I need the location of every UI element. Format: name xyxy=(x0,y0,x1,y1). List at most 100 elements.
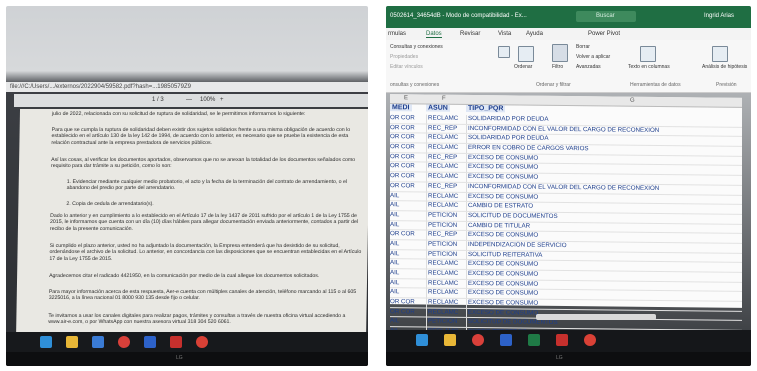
medio-cell[interactable]: AIL xyxy=(390,221,424,230)
mail-icon[interactable] xyxy=(92,336,104,348)
asunto-cell[interactable]: RECLAMC xyxy=(426,143,466,153)
pdf-reader-icon[interactable] xyxy=(556,334,568,346)
asunto-cell[interactable]: REC_REP xyxy=(426,182,466,192)
excel-icon[interactable] xyxy=(528,334,540,346)
asunto-cell[interactable]: RECLAMC xyxy=(426,269,466,279)
text-to-columns-icon[interactable] xyxy=(640,46,656,62)
column-header[interactable]: F xyxy=(442,96,446,102)
tab-datos[interactable]: Datos xyxy=(426,31,442,38)
address-bar[interactable]: file:///C:/Users/.../externos/2022904/59… xyxy=(6,82,368,92)
asunto-cell[interactable]: PETICION xyxy=(426,211,466,221)
tab-power-pivot[interactable]: Power Pivot xyxy=(588,31,620,37)
text-to-columns-button[interactable]: Texto en columnas xyxy=(628,64,670,70)
asunto-cell[interactable]: RECLAMC xyxy=(426,114,466,124)
header-tipo-pqr[interactable]: TIPO_PQR xyxy=(466,104,506,113)
medio-cell[interactable]: AIL xyxy=(390,250,424,259)
asunto-cell[interactable]: RECLAMC xyxy=(426,288,466,299)
advanced-button[interactable]: Avanzadas xyxy=(576,64,601,70)
medio-cell[interactable]: OR COR xyxy=(390,153,424,162)
reapply-button[interactable]: Volver a aplicar xyxy=(576,54,610,60)
properties-button[interactable]: Propiedades xyxy=(390,54,418,60)
asunto-cell[interactable]: RECLAMC xyxy=(426,259,466,269)
what-if-icon[interactable] xyxy=(712,46,728,62)
browser-icon[interactable] xyxy=(584,334,596,346)
folder-icon[interactable] xyxy=(66,336,78,348)
edit-links-button[interactable]: Editar vínculos xyxy=(390,64,423,70)
column-header[interactable]: E xyxy=(404,95,408,101)
asunto-cell[interactable]: REC_REP xyxy=(426,230,466,240)
header-asunto[interactable]: ASUN xyxy=(426,104,450,112)
start-icon[interactable] xyxy=(416,334,428,346)
asunto-cell[interactable]: RECLAMC xyxy=(426,201,466,211)
group-label: onsultas y conexiones xyxy=(390,82,440,88)
zoom-in-button[interactable]: + xyxy=(220,97,224,103)
tab-vista[interactable]: Vista xyxy=(498,31,511,37)
asunto-cell[interactable]: REC_REP xyxy=(426,153,466,163)
spreadsheet-grid[interactable]: E F G MEDI ASUN TIPO_PQR OR COR RECLAMC SO… xyxy=(390,94,742,366)
medio-cell[interactable]: AIL xyxy=(390,269,424,278)
pdf-paragraph: julio de 2022, relacionada con su solici… xyxy=(51,111,306,117)
medio-cell[interactable]: AIL xyxy=(390,201,424,210)
pdf-paragraph: Para mayor información acerca de esta re… xyxy=(48,289,357,302)
column-header[interactable]: G xyxy=(630,98,635,104)
chrome-icon[interactable] xyxy=(118,336,130,348)
monitor-bezel: LG xyxy=(386,352,751,366)
medio-cell[interactable]: OR COR xyxy=(390,163,424,172)
asunto-cell[interactable]: RECLAMC xyxy=(426,192,466,202)
medio-cell[interactable]: AIL xyxy=(390,240,424,249)
asunto-cell[interactable]: PETICION xyxy=(426,317,466,328)
medio-cell[interactable]: AIL xyxy=(390,192,424,201)
data-rows: OR COR RECLAMC SOLIDARIDAD POR DEUDA OR COR… xyxy=(390,114,742,366)
medio-cell[interactable]: OR COR xyxy=(390,298,424,307)
clear-button[interactable]: Borrar xyxy=(576,44,590,50)
sort-button[interactable]: Ordenar xyxy=(514,64,532,70)
medio-cell[interactable]: AIL xyxy=(390,289,424,298)
header-medio[interactable]: MEDI xyxy=(390,104,412,112)
medio-cell[interactable]: OR COR xyxy=(390,134,424,143)
asunto-cell[interactable]: RECLAMC xyxy=(426,162,466,173)
browser-icon[interactable] xyxy=(196,336,208,348)
medio-cell[interactable]: OR COR xyxy=(390,124,424,133)
medio-cell[interactable]: AIL xyxy=(390,211,424,220)
sort-icon[interactable] xyxy=(518,46,534,62)
tab-ayuda[interactable]: Ayuda xyxy=(526,31,543,37)
monitor-bezel: LG xyxy=(6,352,368,366)
medio-cell[interactable]: OR COR xyxy=(390,182,424,191)
asunto-cell[interactable]: RECLAMC xyxy=(426,298,466,308)
asunto-cell[interactable]: PETICION xyxy=(426,221,466,231)
filter-icon[interactable] xyxy=(552,44,568,62)
queries-connections-button[interactable]: Consultas y conexiones xyxy=(390,44,443,50)
medio-cell[interactable]: AIL xyxy=(390,318,424,327)
medio-cell[interactable]: AIL xyxy=(390,259,424,268)
asunto-cell[interactable]: RECLAMC xyxy=(426,172,466,182)
asunto-cell[interactable]: RECLAMC xyxy=(426,133,466,144)
medio-cell[interactable]: OR COR xyxy=(390,308,424,317)
horizontal-scrollbar[interactable] xyxy=(536,314,656,320)
monitor-logo: LG xyxy=(176,355,183,361)
medio-cell[interactable]: OR COR xyxy=(390,230,424,239)
pdf-reader-icon[interactable] xyxy=(170,336,182,348)
asunto-cell[interactable]: PETICION xyxy=(426,240,466,250)
filter-button[interactable]: Filtro xyxy=(552,64,563,70)
sort-az-icon[interactable] xyxy=(498,46,510,58)
app-icon[interactable] xyxy=(500,334,512,346)
asunto-cell[interactable]: RECLAMC xyxy=(426,279,466,289)
account-name[interactable]: Ingrid Arias xyxy=(704,13,734,19)
medio-cell[interactable]: OR COR xyxy=(390,143,424,152)
app-icon[interactable] xyxy=(144,336,156,348)
asunto-cell[interactable]: PETICION xyxy=(426,250,466,260)
tab-formulas[interactable]: rmulas xyxy=(388,31,406,37)
medio-cell[interactable]: AIL xyxy=(390,279,424,288)
start-icon[interactable] xyxy=(40,336,52,348)
asunto-cell[interactable]: REC_REP xyxy=(426,124,466,134)
what-if-button[interactable]: Análisis de hipótesis xyxy=(702,64,747,70)
medio-cell[interactable]: OR COR xyxy=(390,172,424,181)
folder-icon[interactable] xyxy=(444,334,456,346)
search-box[interactable]: Buscar xyxy=(576,11,636,22)
zoom-out-button[interactable]: — xyxy=(186,97,192,103)
tab-revisar[interactable]: Revisar xyxy=(460,31,480,37)
chrome-icon[interactable] xyxy=(472,334,484,346)
asunto-cell[interactable]: RECLAMC xyxy=(426,308,466,318)
window-title: 0502614_34654dB - Modo de compatibilidad… xyxy=(390,13,527,19)
medio-cell[interactable]: OR COR xyxy=(390,114,424,123)
